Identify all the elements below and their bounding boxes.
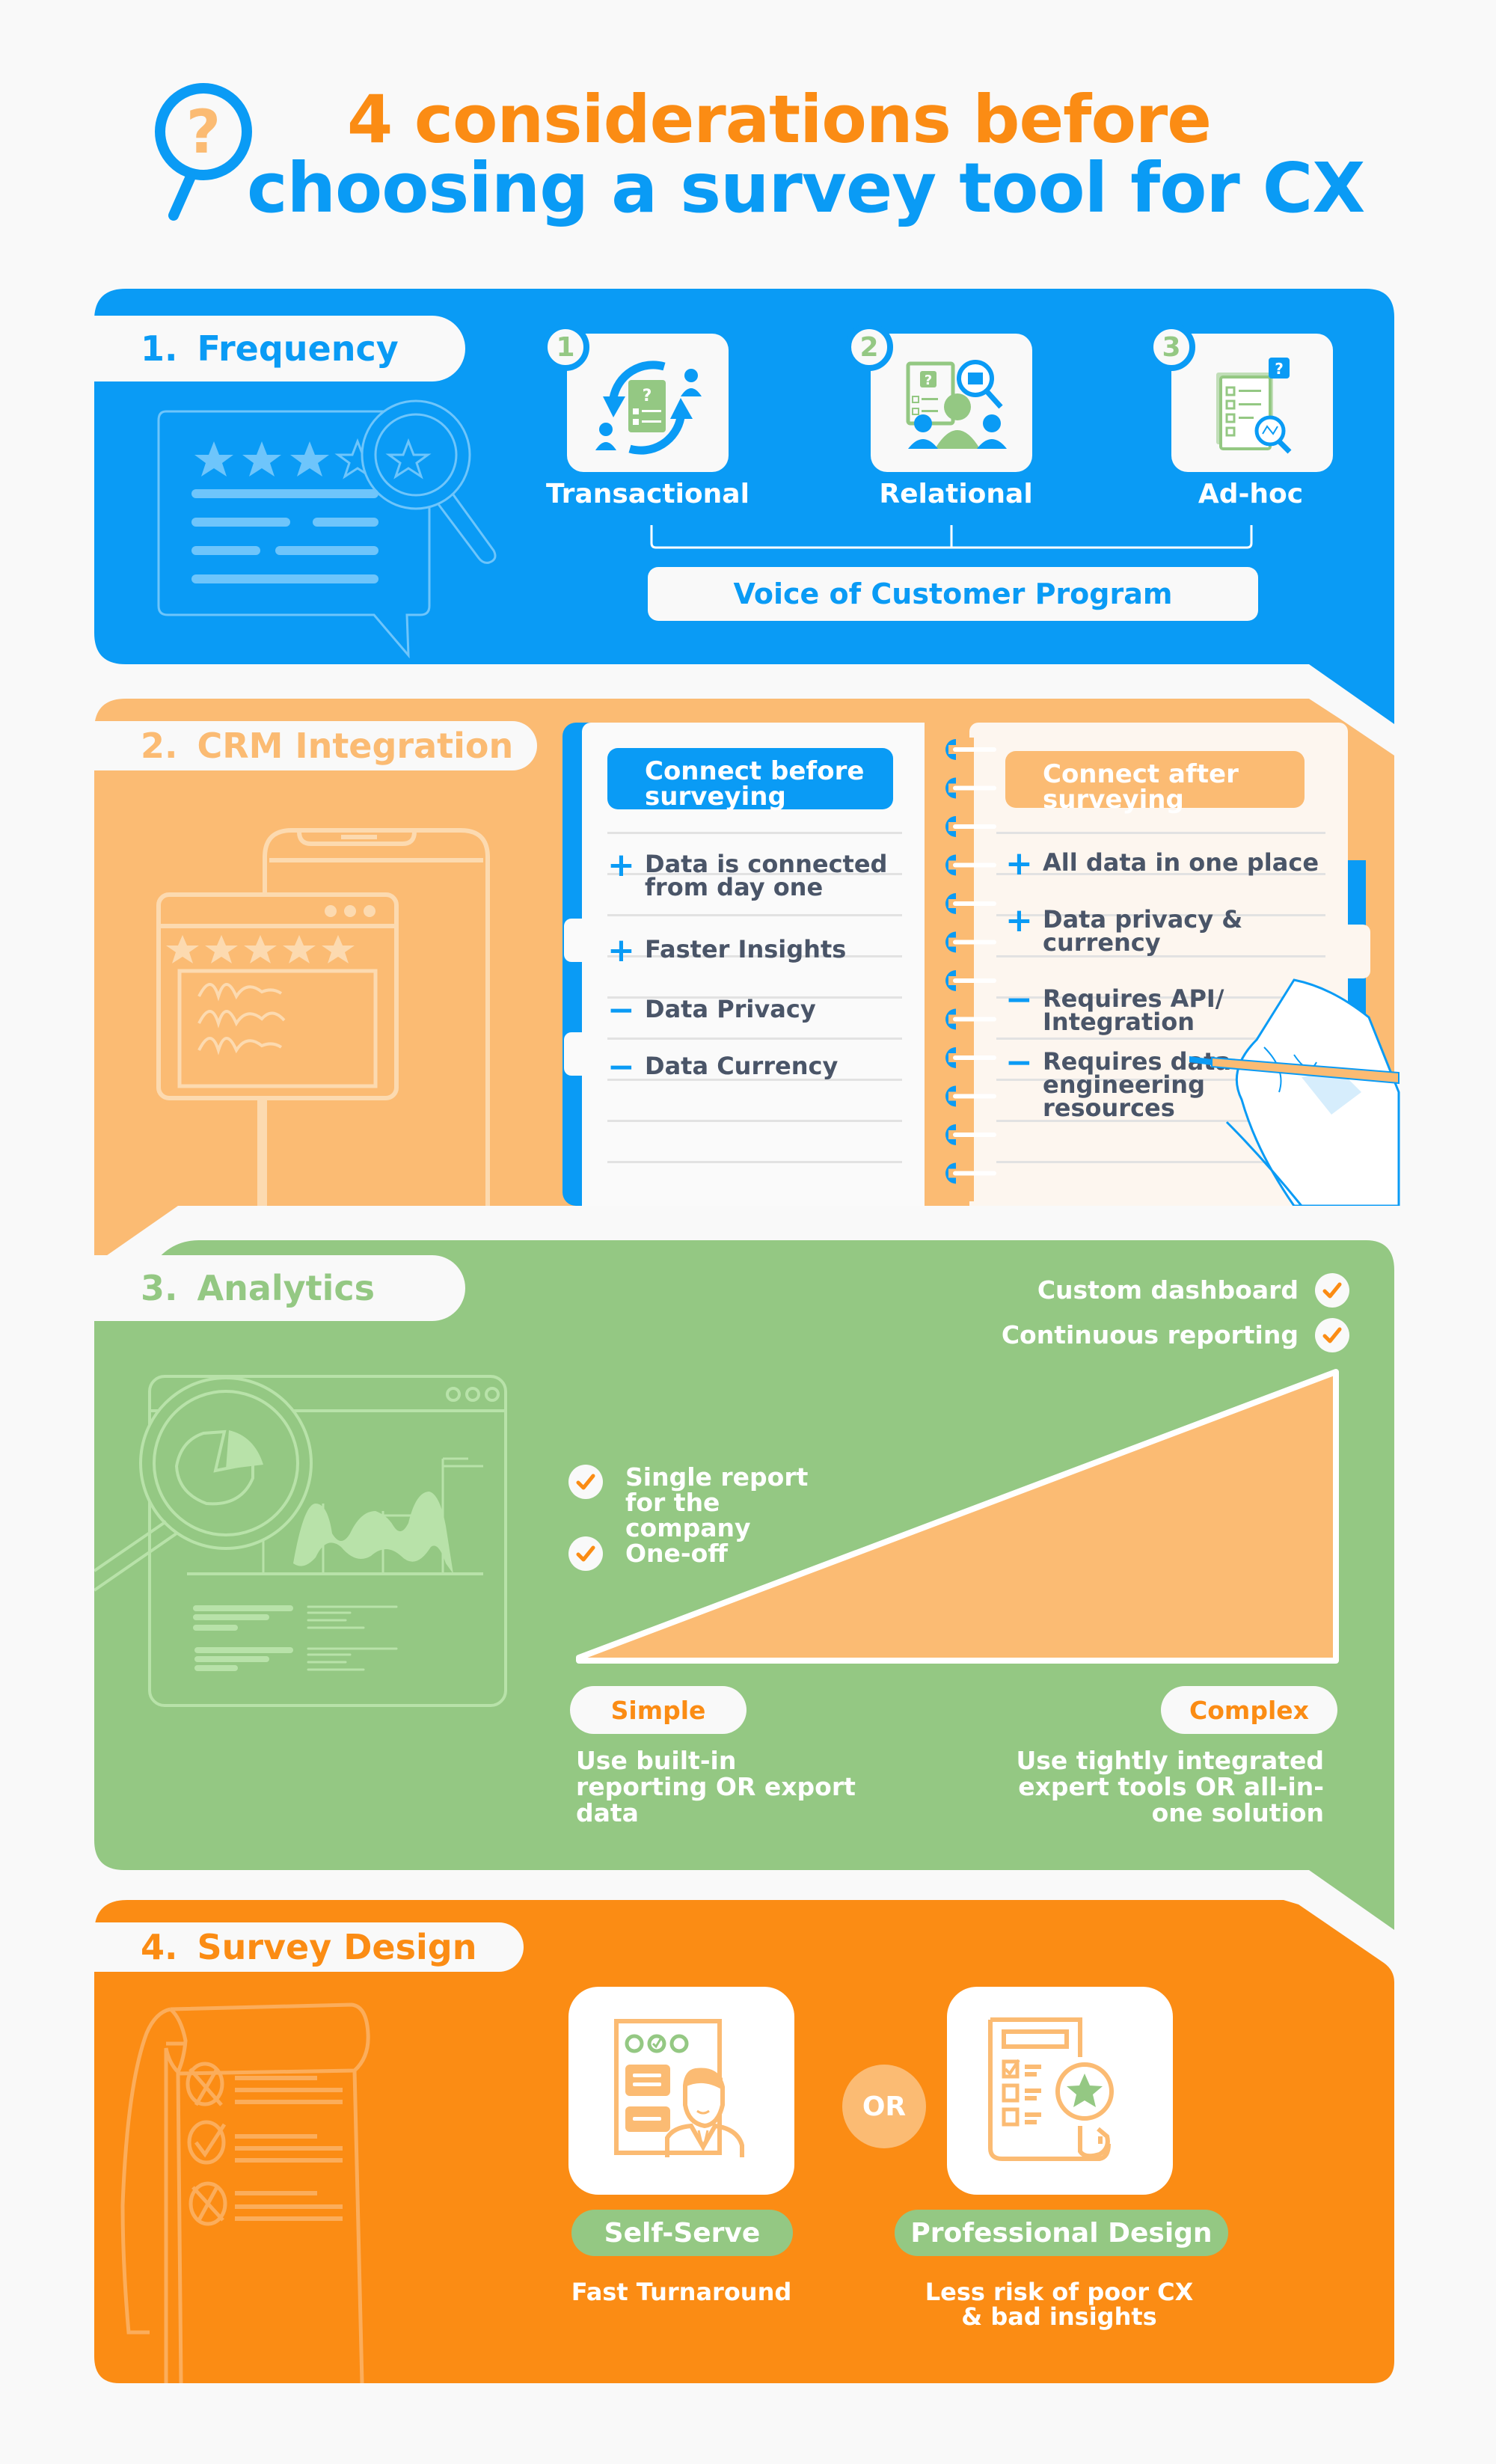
professional-design-icon [988,2017,1114,2161]
simple-description: Use built-in reporting OR export data [576,1746,856,1827]
spiral-spine [965,738,974,1201]
complex-label: Complex [1161,1686,1337,1734]
transactional-card: ? [567,334,729,472]
svg-text:?: ? [925,373,932,388]
connect-after-heading: Connect after surveying [1005,751,1305,812]
notebook-tab [564,919,586,962]
simple-label: Simple [570,1686,747,1734]
phone-rating-window-illustration [156,828,490,1206]
review-stars-magnifier-illustration [157,399,497,658]
after-item-text: All data in one place [1043,848,1319,877]
self-serve-description: Fast Turnaround [571,2278,792,2306]
check-icon [568,1536,603,1571]
simple-feature-label: One-off [625,1539,729,1568]
check-icon [1315,1273,1349,1308]
analytics-number: 3. [141,1268,178,1308]
notebook-tab [1343,925,1370,978]
check-icon [1315,1318,1349,1352]
bracket-connector [650,525,1253,549]
svg-text:?: ? [643,387,652,405]
connect-before-heading: Connect before surveying [607,748,893,809]
frequency-number: 1. [141,328,178,369]
complex-feature-label: Continuous reporting [1001,1320,1299,1349]
svg-text:?: ? [1275,360,1284,378]
adhoc-survey-icon: ? [1216,358,1292,454]
design-title: Survey Design [197,1927,477,1967]
spiral-binding [945,738,996,1201]
crm-title: CRM Integration [197,726,514,766]
self-serve-card [568,1987,794,2195]
complex-feature-label: Custom dashboard [1037,1275,1299,1305]
voice-of-customer-program-label: Voice of Customer Program [648,567,1258,621]
simple-feature: Single report for the company [568,1465,838,1541]
after-item: + Data privacy & currency [1005,901,1275,957]
hand-pen-illustration [1189,978,1400,1206]
analytics-title: Analytics [197,1268,375,1308]
plus-icon: + [1005,845,1033,883]
type-number-badge: 3 [1147,323,1195,371]
analytics-heading: 3. Analytics [94,1255,465,1321]
self-serve-label: Self-Serve [571,2210,793,2256]
before-item: + Faster Insights [607,931,907,969]
before-item: − Data Currency [607,1048,907,1086]
checklist-scroll-illustration [120,2002,370,2383]
minus-icon: − [607,991,635,1029]
dashboard-magnifier-illustration [94,1375,507,1707]
type-label-transactional: Transactional [546,479,749,509]
after-item-text: Data privacy & currency [1043,905,1243,957]
before-item: + Data is connected from day one [607,846,907,901]
or-separator: OR [842,2065,926,2148]
relational-card: ? [871,334,1032,472]
after-item: + All data in one place [1005,845,1334,883]
complex-feature: Custom dashboard [1037,1273,1349,1308]
check-icon [568,1465,603,1499]
notebook-tab [564,1032,586,1076]
design-heading: 4. Survey Design [94,1922,524,1972]
relational-survey-icon: ? [906,360,1007,449]
crm-heading: 2. CRM Integration [94,721,537,770]
minus-icon: − [1005,1043,1033,1082]
before-item-text: Faster Insights [645,935,847,963]
professional-design-card [947,1987,1173,2195]
self-serve-icon [614,2019,744,2157]
type-number-badge: 1 [542,323,589,371]
plus-icon: + [607,931,635,969]
frequency-title: Frequency [197,328,399,369]
simple-feature-label: Single report for the company [625,1462,809,1542]
professional-design-description: Less risk of poor CX & bad insights [925,2278,1194,2331]
before-item-text: Data is connected from day one [645,850,888,901]
type-label-relational: Relational [879,479,1033,509]
before-item: − Data Privacy [607,991,907,1029]
complex-feature: Continuous reporting [1002,1318,1349,1352]
plus-icon: + [607,846,635,884]
transactional-survey-icon: ? [595,361,702,455]
complex-description: Use tightly integrated expert tools OR a… [1016,1746,1324,1827]
frequency-heading: 1. Frequency [94,316,465,381]
before-item-text: Data Currency [645,1052,839,1080]
type-number-badge: 2 [845,323,893,371]
crm-number: 2. [141,726,178,766]
type-label-adhoc: Ad-hoc [1198,479,1304,509]
simple-feature: One-off [568,1536,728,1571]
minus-icon: − [1005,981,1033,1019]
design-number: 4. [141,1927,178,1967]
adhoc-card: ? [1171,334,1333,472]
plus-icon: + [1005,901,1033,940]
professional-design-label: Professional Design [895,2210,1228,2256]
before-item-text: Data Privacy [645,995,816,1023]
minus-icon: − [607,1048,635,1086]
